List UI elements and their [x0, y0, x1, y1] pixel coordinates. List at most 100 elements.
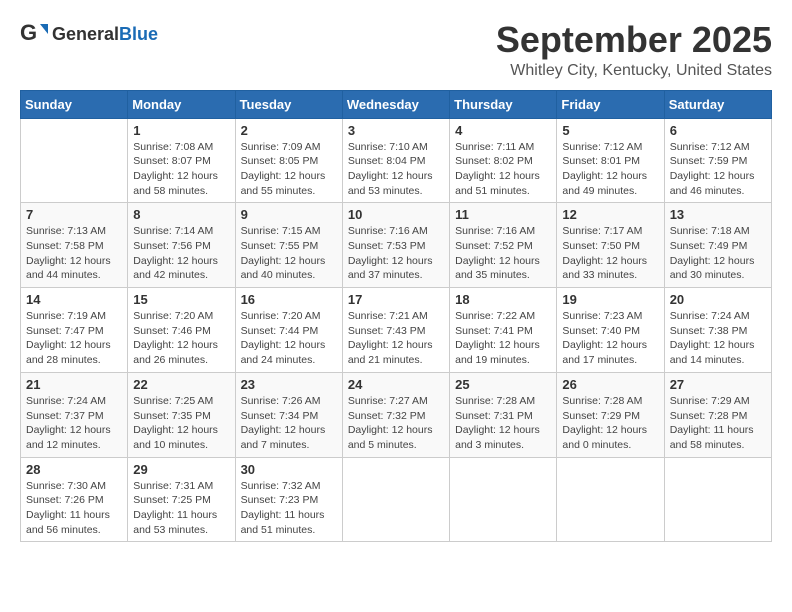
day-info: Sunrise: 7:28 AM Sunset: 7:31 PM Dayligh…	[455, 394, 551, 453]
day-info: Sunrise: 7:17 AM Sunset: 7:50 PM Dayligh…	[562, 224, 658, 283]
day-info: Sunrise: 7:14 AM Sunset: 7:56 PM Dayligh…	[133, 224, 229, 283]
day-number: 4	[455, 123, 551, 138]
calendar-cell: 19 Sunrise: 7:23 AM Sunset: 7:40 PM Dayli…	[557, 288, 664, 373]
calendar-cell: 13 Sunrise: 7:18 AM Sunset: 7:49 PM Dayli…	[664, 203, 771, 288]
day-header-saturday: Saturday	[664, 90, 771, 118]
location-title: Whitley City, Kentucky, United States	[496, 62, 772, 80]
day-number: 5	[562, 123, 658, 138]
calendar-cell	[664, 457, 771, 542]
day-header-thursday: Thursday	[450, 90, 557, 118]
calendar-cell: 10 Sunrise: 7:16 AM Sunset: 7:53 PM Dayli…	[342, 203, 449, 288]
calendar-cell: 1Sunrise: 7:08 AM Sunset: 8:07 PM Daylig…	[128, 118, 235, 203]
day-number: 23	[241, 377, 337, 392]
day-info: Sunrise: 7:24 AM Sunset: 7:38 PM Dayligh…	[670, 309, 766, 368]
calendar-cell: 12 Sunrise: 7:17 AM Sunset: 7:50 PM Dayli…	[557, 203, 664, 288]
day-info: Sunrise: 7:10 AM Sunset: 8:04 PM Dayligh…	[348, 140, 444, 199]
day-number: 7	[26, 207, 122, 222]
calendar-cell: 30Sunrise: 7:32 AM Sunset: 7:23 PM Dayli…	[235, 457, 342, 542]
day-number: 24	[348, 377, 444, 392]
calendar-cell: 24 Sunrise: 7:27 AM Sunset: 7:32 PM Dayli…	[342, 372, 449, 457]
day-number: 12	[562, 207, 658, 222]
calendar-cell: 17 Sunrise: 7:21 AM Sunset: 7:43 PM Dayli…	[342, 288, 449, 373]
calendar-cell	[21, 118, 128, 203]
day-number: 22	[133, 377, 229, 392]
day-header-friday: Friday	[557, 90, 664, 118]
day-number: 10	[348, 207, 444, 222]
day-info: Sunrise: 7:18 AM Sunset: 7:49 PM Dayligh…	[670, 224, 766, 283]
month-title: September 2025	[496, 20, 772, 60]
day-number: 13	[670, 207, 766, 222]
day-number: 29	[133, 462, 229, 477]
logo-blue: Blue	[119, 24, 158, 44]
calendar-cell: 16Sunrise: 7:20 AM Sunset: 7:44 PM Dayli…	[235, 288, 342, 373]
day-header-sunday: Sunday	[21, 90, 128, 118]
calendar-cell: 22 Sunrise: 7:25 AM Sunset: 7:35 PM Dayli…	[128, 372, 235, 457]
day-number: 14	[26, 292, 122, 307]
day-info: Sunrise: 7:12 AM Sunset: 8:01 PM Dayligh…	[562, 140, 658, 199]
calendar-cell: 2 Sunrise: 7:09 AM Sunset: 8:05 PM Daylig…	[235, 118, 342, 203]
calendar-cell: 14 Sunrise: 7:19 AM Sunset: 7:47 PM Dayli…	[21, 288, 128, 373]
day-number: 8	[133, 207, 229, 222]
calendar-week-row: 21 Sunrise: 7:24 AM Sunset: 7:37 PM Dayli…	[21, 372, 772, 457]
calendar-cell: 18 Sunrise: 7:22 AM Sunset: 7:41 PM Dayli…	[450, 288, 557, 373]
day-number: 16	[241, 292, 337, 307]
day-info: Sunrise: 7:19 AM Sunset: 7:47 PM Dayligh…	[26, 309, 122, 368]
calendar-cell	[342, 457, 449, 542]
calendar-cell: 6 Sunrise: 7:12 AM Sunset: 7:59 PM Daylig…	[664, 118, 771, 203]
calendar: SundayMondayTuesdayWednesdayThursdayFrid…	[20, 90, 772, 543]
day-number: 25	[455, 377, 551, 392]
calendar-cell: 15Sunrise: 7:20 AM Sunset: 7:46 PM Dayli…	[128, 288, 235, 373]
day-info: Sunrise: 7:13 AM Sunset: 7:58 PM Dayligh…	[26, 224, 122, 283]
calendar-cell: 3Sunrise: 7:10 AM Sunset: 8:04 PM Daylig…	[342, 118, 449, 203]
day-number: 20	[670, 292, 766, 307]
day-info: Sunrise: 7:11 AM Sunset: 8:02 PM Dayligh…	[455, 140, 551, 199]
day-info: Sunrise: 7:20 AM Sunset: 7:46 PM Dayligh…	[133, 309, 229, 368]
calendar-cell: 29 Sunrise: 7:31 AM Sunset: 7:25 PM Dayli…	[128, 457, 235, 542]
calendar-cell: 8 Sunrise: 7:14 AM Sunset: 7:56 PM Daylig…	[128, 203, 235, 288]
day-info: Sunrise: 7:22 AM Sunset: 7:41 PM Dayligh…	[455, 309, 551, 368]
logo-general: General	[52, 24, 119, 44]
calendar-cell: 5 Sunrise: 7:12 AM Sunset: 8:01 PM Daylig…	[557, 118, 664, 203]
day-info: Sunrise: 7:30 AM Sunset: 7:26 PM Dayligh…	[26, 479, 122, 538]
day-number: 17	[348, 292, 444, 307]
day-number: 21	[26, 377, 122, 392]
page-header: G GeneralBlue September 2025 Whitley Cit…	[20, 20, 772, 80]
day-number: 19	[562, 292, 658, 307]
day-number: 11	[455, 207, 551, 222]
day-number: 27	[670, 377, 766, 392]
logo: G GeneralBlue	[20, 20, 158, 48]
calendar-cell: 26 Sunrise: 7:28 AM Sunset: 7:29 PM Dayli…	[557, 372, 664, 457]
day-number: 2	[241, 123, 337, 138]
day-number: 26	[562, 377, 658, 392]
day-info: Sunrise: 7:29 AM Sunset: 7:28 PM Dayligh…	[670, 394, 766, 453]
day-info: Sunrise: 7:31 AM Sunset: 7:25 PM Dayligh…	[133, 479, 229, 538]
calendar-cell	[450, 457, 557, 542]
day-info: Sunrise: 7:09 AM Sunset: 8:05 PM Dayligh…	[241, 140, 337, 199]
calendar-cell: 23 Sunrise: 7:26 AM Sunset: 7:34 PM Dayli…	[235, 372, 342, 457]
day-info: Sunrise: 7:24 AM Sunset: 7:37 PM Dayligh…	[26, 394, 122, 453]
day-number: 30	[241, 462, 337, 477]
calendar-week-row: 1Sunrise: 7:08 AM Sunset: 8:07 PM Daylig…	[21, 118, 772, 203]
day-info: Sunrise: 7:21 AM Sunset: 7:43 PM Dayligh…	[348, 309, 444, 368]
day-info: Sunrise: 7:15 AM Sunset: 7:55 PM Dayligh…	[241, 224, 337, 283]
calendar-cell: 7 Sunrise: 7:13 AM Sunset: 7:58 PM Daylig…	[21, 203, 128, 288]
day-info: Sunrise: 7:23 AM Sunset: 7:40 PM Dayligh…	[562, 309, 658, 368]
calendar-header-row: SundayMondayTuesdayWednesdayThursdayFrid…	[21, 90, 772, 118]
day-info: Sunrise: 7:25 AM Sunset: 7:35 PM Dayligh…	[133, 394, 229, 453]
day-info: Sunrise: 7:16 AM Sunset: 7:53 PM Dayligh…	[348, 224, 444, 283]
calendar-cell	[557, 457, 664, 542]
day-number: 6	[670, 123, 766, 138]
calendar-week-row: 7 Sunrise: 7:13 AM Sunset: 7:58 PM Daylig…	[21, 203, 772, 288]
day-number: 18	[455, 292, 551, 307]
calendar-cell: 21 Sunrise: 7:24 AM Sunset: 7:37 PM Dayli…	[21, 372, 128, 457]
calendar-cell: 20 Sunrise: 7:24 AM Sunset: 7:38 PM Dayli…	[664, 288, 771, 373]
calendar-cell: 9 Sunrise: 7:15 AM Sunset: 7:55 PM Daylig…	[235, 203, 342, 288]
day-info: Sunrise: 7:26 AM Sunset: 7:34 PM Dayligh…	[241, 394, 337, 453]
svg-text:G: G	[20, 20, 37, 45]
day-header-monday: Monday	[128, 90, 235, 118]
day-info: Sunrise: 7:12 AM Sunset: 7:59 PM Dayligh…	[670, 140, 766, 199]
day-header-tuesday: Tuesday	[235, 90, 342, 118]
day-number: 9	[241, 207, 337, 222]
day-info: Sunrise: 7:27 AM Sunset: 7:32 PM Dayligh…	[348, 394, 444, 453]
day-info: Sunrise: 7:28 AM Sunset: 7:29 PM Dayligh…	[562, 394, 658, 453]
